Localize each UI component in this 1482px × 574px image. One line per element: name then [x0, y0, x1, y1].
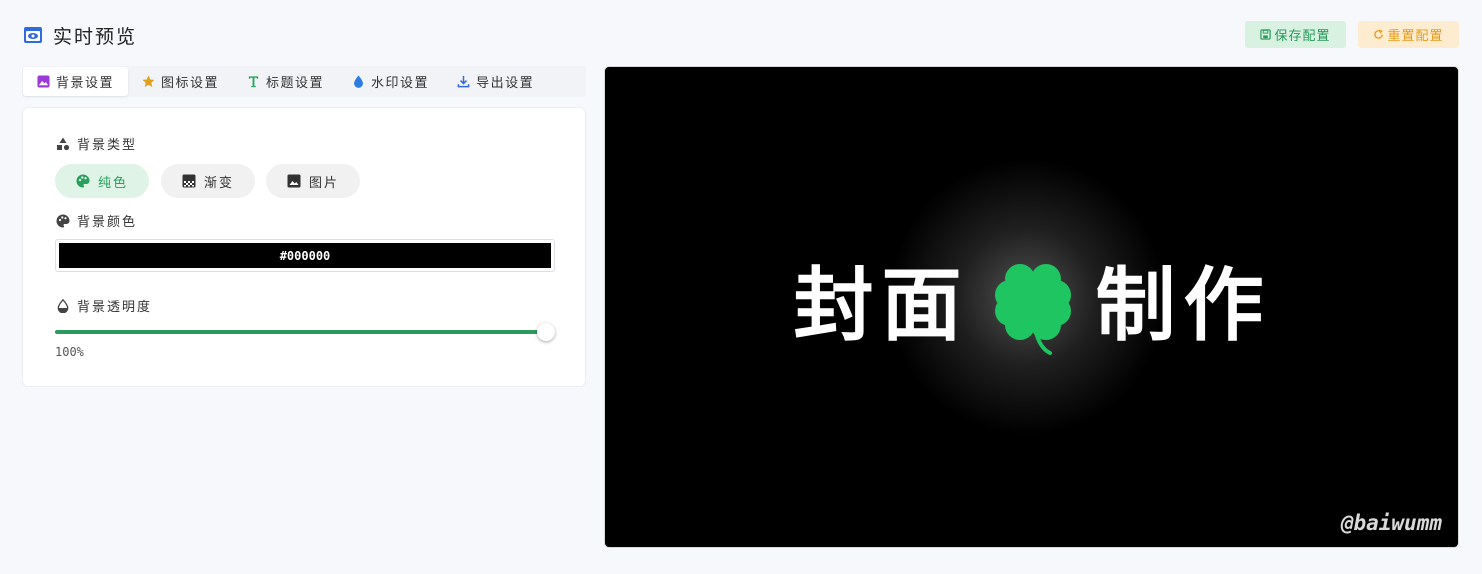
bg-type-image-label: 图片 [308, 175, 339, 191]
bg-type-gradient-button[interactable]: 渐变 [161, 164, 255, 198]
shapes-icon [57, 137, 70, 150]
save-icon [1260, 29, 1272, 40]
tab-label: 背景设置 [56, 76, 115, 91]
settings-tabs: 背景设置 图标设置 标题设置 水印设置 导出设置 [22, 66, 586, 97]
tab-watermark[interactable]: 水印设置 [338, 67, 443, 96]
save-config-button[interactable]: 保存配置 [1245, 21, 1346, 48]
bg-type-image-button[interactable]: 图片 [266, 164, 360, 198]
save-config-label: 保存配置 [1274, 29, 1331, 44]
opacity-slider-track[interactable] [55, 330, 546, 334]
reset-config-button[interactable]: 重置配置 [1358, 21, 1459, 48]
tab-background[interactable]: 背景设置 [23, 67, 129, 96]
opacity-heading: 背景透明度 [56, 296, 152, 315]
reset-config-label: 重置配置 [1387, 29, 1444, 44]
image-icon [287, 174, 301, 188]
bg-type-heading: 背景类型 [56, 134, 137, 153]
title-wrap: 实时预览 [23, 22, 137, 48]
tab-label: 标题设置 [266, 76, 325, 91]
watermark-text: @baiwumm [1340, 511, 1442, 535]
header: 实时预览 保存配置 重置配置 [0, 0, 1482, 66]
bg-type-gradient-label: 渐变 [203, 175, 234, 191]
bg-color-value: #000000 [59, 243, 551, 268]
opacity-slider-handle[interactable] [537, 323, 555, 341]
palette-icon [76, 174, 90, 188]
text-t-icon [248, 76, 259, 88]
tab-label: 导出设置 [476, 76, 535, 91]
droplet-icon [354, 75, 364, 88]
tab-label: 图标设置 [161, 76, 220, 91]
gradient-icon [182, 174, 196, 188]
opacity-value: 100% [55, 345, 84, 359]
bg-type-solid-button[interactable]: 纯色 [55, 164, 149, 198]
background-settings-panel: 背景类型 纯色 渐变 图片 背景颜色 #000000 背景透明度 100% [22, 107, 586, 387]
cover-title: 封面 制作 [605, 249, 1458, 355]
tab-label: 水印设置 [371, 76, 430, 91]
download-icon [457, 75, 470, 88]
image-icon [37, 75, 50, 88]
refresh-icon [1374, 29, 1384, 39]
eye-icon [23, 25, 43, 45]
tab-title[interactable]: 标题设置 [233, 67, 338, 96]
cover-preview: 封面 制作 @baiwumm [604, 66, 1459, 548]
bg-type-solid-label: 纯色 [97, 175, 128, 191]
star-icon [142, 75, 155, 88]
tab-export[interactable]: 导出设置 [443, 67, 548, 96]
bg-color-label: 背景颜色 [77, 215, 138, 230]
opacity-droplet-icon [57, 298, 69, 313]
bg-color-picker[interactable]: #000000 [55, 239, 555, 272]
cover-title-left: 封面 [793, 259, 970, 352]
tab-icon[interactable]: 图标设置 [128, 67, 233, 96]
cover-title-right: 制作 [1095, 259, 1272, 352]
palette-icon [56, 214, 70, 227]
bg-type-label: 背景类型 [77, 138, 138, 153]
opacity-label: 背景透明度 [77, 300, 153, 315]
page-title: 实时预览 [53, 25, 138, 48]
four-leaf-clover-icon [994, 264, 1071, 355]
bg-color-heading: 背景颜色 [56, 211, 137, 230]
